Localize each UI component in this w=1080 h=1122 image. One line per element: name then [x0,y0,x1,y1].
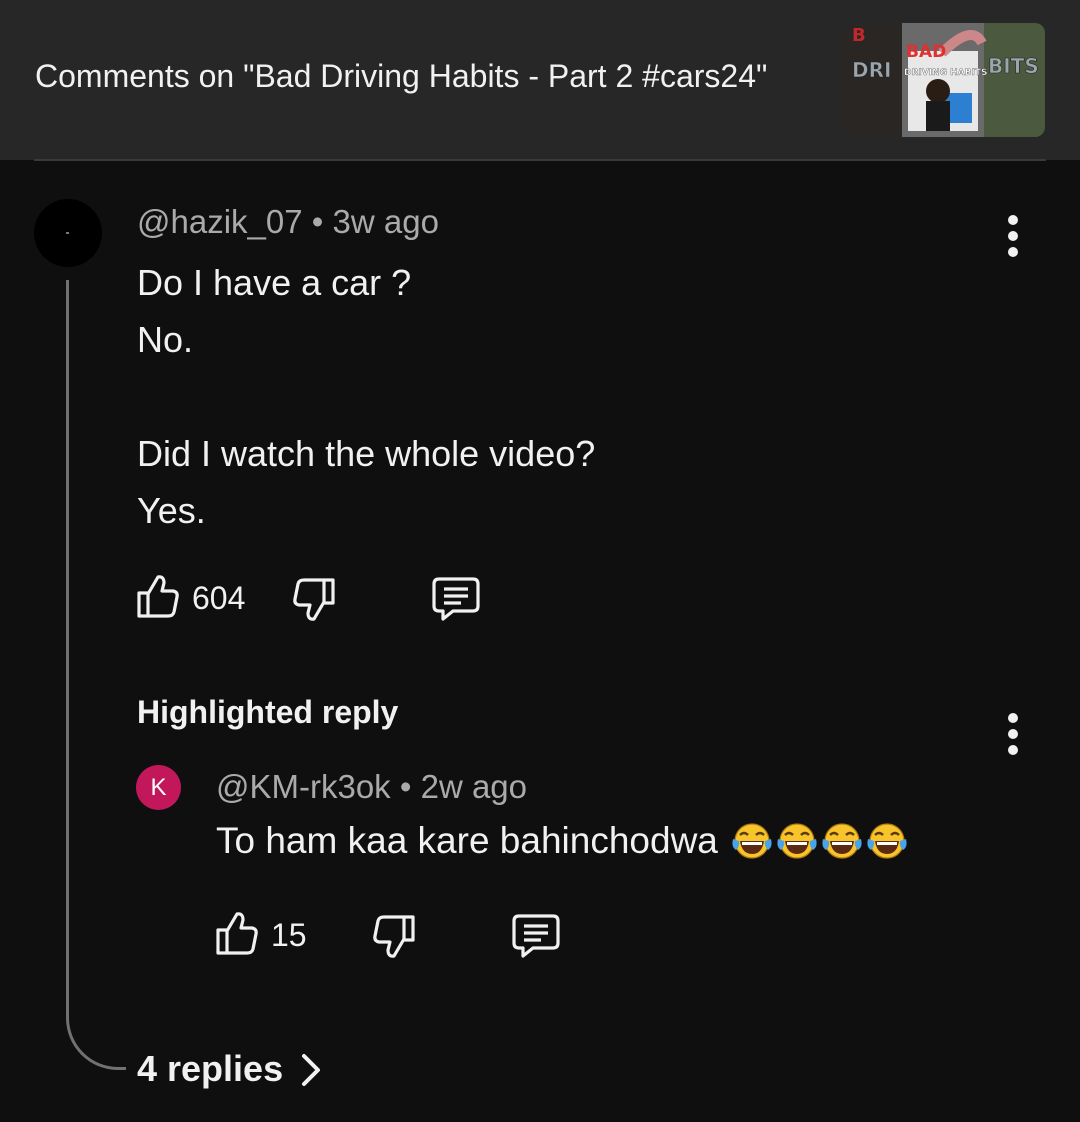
reply-like-icon[interactable] [215,910,259,961]
view-replies-link[interactable]: 4 replies [137,1048,283,1090]
thumbnail-text-bad: BAD [906,42,946,62]
thumbnail-text-left: DRI [852,58,891,82]
tears-of-joy-emoji-icon [731,821,773,861]
dislike-icon[interactable] [292,577,336,628]
comment-meta: @hazik_07 • 3w ago [137,203,439,241]
reply-emoji-row [728,820,908,861]
svg-text:B: B [852,25,866,46]
reply-dislike-icon[interactable] [372,914,416,965]
tears-of-joy-emoji-icon [821,821,863,861]
video-thumbnail[interactable]: B DRI BAD DRIVING HABITS BITS [842,23,1045,137]
reply-text-line: To ham kaa kare bahinchodwa [216,820,908,862]
header-divider [34,159,1046,161]
header-title: Comments on "Bad Driving Habits - Part 2… [35,58,768,94]
thread-connector-line [66,280,126,1070]
reply-more-menu-icon[interactable] [1003,710,1023,758]
highlighted-reply-label: Highlighted reply [137,694,399,730]
comments-header: Comments on "Bad Driving Habits - Part 2… [0,0,1080,160]
like-icon[interactable] [136,573,180,624]
reply-meta: @KM-rk3ok • 2w ago [216,768,527,806]
thumbnail-text-right: BITS [988,54,1039,78]
reply-time: 2w ago [420,768,528,805]
thumbnail-text-driving: DRIVING HABITS [904,68,987,78]
reply-text: To ham kaa kare bahinchodwa [216,820,718,861]
reply-author[interactable]: @KM-rk3ok [216,768,391,805]
tears-of-joy-emoji-icon [776,821,818,861]
reply-avatar[interactable]: K [136,765,181,810]
reply-comment-icon[interactable] [431,576,481,627]
meta-separator: • [399,768,412,805]
comment-author[interactable]: @hazik_07 [137,203,303,240]
comment-more-menu-icon[interactable] [1003,212,1023,260]
comment-time: 3w ago [332,203,439,240]
comment-text: Do I have a car ? No. Did I watch the wh… [137,262,596,531]
reply-like-count: 15 [271,917,307,953]
tears-of-joy-emoji-icon [866,821,908,861]
commenter-avatar[interactable] [34,199,102,267]
chevron-right-icon[interactable] [298,1052,324,1093]
reply-reply-icon[interactable] [511,913,561,964]
like-count: 604 [192,580,246,616]
meta-separator: • [311,203,324,240]
